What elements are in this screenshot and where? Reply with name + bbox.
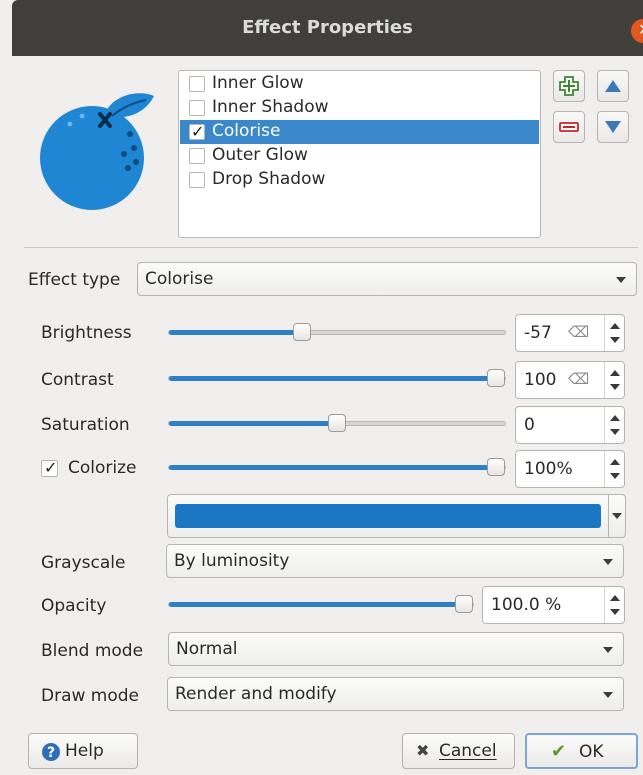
chevron-down-icon	[603, 692, 613, 698]
list-item-label: Outer Glow	[212, 145, 308, 165]
list-item-drop-shadow[interactable]: Drop Shadow	[180, 168, 539, 192]
ok-label: OK	[579, 742, 604, 762]
spin-buttons[interactable]	[604, 587, 624, 623]
saturation-slider[interactable]	[168, 414, 506, 432]
add-effect-button[interactable]	[553, 70, 585, 102]
list-item-label: Inner Glow	[212, 73, 304, 93]
cancel-label: Cancel	[439, 741, 497, 761]
draw-mode-label: Draw mode	[41, 686, 140, 706]
divider	[24, 247, 638, 248]
spin-buttons[interactable]	[604, 362, 624, 398]
saturation-value: 0	[524, 415, 535, 435]
orange-fruit-preview-icon	[40, 93, 154, 210]
chevron-down-icon	[603, 647, 613, 653]
slider-fill	[169, 376, 496, 381]
brightness-label: Brightness	[41, 323, 132, 343]
effect-preview	[36, 88, 158, 219]
close-icon[interactable]: ✕	[631, 19, 643, 43]
grayscale-select[interactable]: By luminosity	[166, 544, 624, 578]
inner-glow-checkbox[interactable]	[189, 76, 205, 92]
list-item-inner-shadow[interactable]: Inner Shadow	[180, 96, 539, 120]
opacity-value: 100.0 %	[491, 595, 562, 615]
colorize-spinbox[interactable]: 100%	[515, 450, 625, 488]
color-swatch	[175, 504, 601, 528]
slider-fill	[169, 330, 302, 335]
contrast-value: 100	[524, 370, 557, 390]
grayscale-label: Grayscale	[41, 553, 126, 573]
colorize-label: Colorize	[68, 458, 137, 478]
chevron-down-icon	[612, 513, 622, 519]
colorise-checkbox[interactable]: ✓	[189, 122, 205, 141]
opacity-label: Opacity	[41, 596, 107, 616]
opacity-spinbox[interactable]: 100.0 %	[482, 586, 625, 624]
contrast-slider[interactable]	[168, 369, 506, 387]
brightness-slider[interactable]	[168, 323, 506, 341]
colorize-value: 100%	[524, 459, 573, 479]
spin-buttons[interactable]	[604, 315, 624, 351]
opacity-slider[interactable]	[168, 595, 474, 613]
move-up-button[interactable]	[597, 70, 629, 102]
check-icon: ✔	[551, 741, 567, 762]
drop-shadow-checkbox[interactable]	[189, 172, 205, 188]
contrast-label: Contrast	[41, 370, 114, 390]
arrow-up-icon	[605, 80, 621, 92]
move-down-button[interactable]	[597, 111, 629, 143]
effect-type-select[interactable]: Colorise	[137, 262, 637, 296]
chevron-down-icon	[603, 559, 613, 565]
cancel-button[interactable]: ✖ Cancel	[402, 733, 515, 769]
list-item-colorise[interactable]: ✓ Colorise	[180, 120, 539, 144]
cancel-icon: ✖	[416, 741, 430, 760]
slider-handle[interactable]	[487, 458, 505, 476]
slider-handle[interactable]	[293, 323, 311, 341]
grayscale-value: By luminosity	[174, 551, 290, 571]
window-title: Effect Properties	[242, 17, 413, 38]
draw-mode-select[interactable]: Render and modify	[167, 677, 624, 711]
outer-glow-checkbox[interactable]	[189, 148, 205, 164]
list-item-outer-glow[interactable]: Outer Glow	[180, 144, 539, 168]
chevron-down-icon	[616, 277, 626, 283]
remove-effect-button[interactable]	[553, 111, 585, 143]
list-item-inner-glow[interactable]: Inner Glow	[180, 72, 539, 96]
slider-handle[interactable]	[455, 595, 473, 613]
brightness-spinbox[interactable]: -57 ⌫	[515, 314, 625, 352]
effect-type-label: Effect type	[28, 270, 121, 290]
colorize-checkbox[interactable]: ✓	[41, 458, 58, 477]
blend-mode-select[interactable]: Normal	[168, 632, 624, 666]
saturation-label: Saturation	[41, 415, 130, 435]
blend-mode-label: Blend mode	[41, 641, 144, 661]
arrow-down-icon	[605, 121, 621, 133]
help-button[interactable]: ? Help	[28, 733, 138, 769]
clear-icon[interactable]: ⌫	[568, 323, 589, 341]
color-menu-button[interactable]	[609, 494, 626, 538]
blend-mode-value: Normal	[176, 639, 238, 659]
draw-mode-value: Render and modify	[175, 684, 337, 704]
brightness-value: -57	[524, 323, 552, 343]
colorize-slider[interactable]	[168, 458, 506, 476]
list-item-label: Inner Shadow	[212, 97, 329, 117]
slider-handle[interactable]	[487, 369, 505, 387]
svg-text:?: ?	[47, 745, 55, 761]
contrast-spinbox[interactable]: 100 ⌫	[515, 361, 625, 399]
help-label: Help	[65, 741, 104, 761]
help-icon: ?	[42, 743, 60, 761]
list-item-label: Colorise	[212, 121, 281, 141]
ok-button[interactable]: ✔ OK	[525, 733, 638, 769]
slider-fill	[169, 465, 496, 470]
minus-icon	[559, 122, 579, 132]
title-bar: Effect Properties ✕	[12, 0, 643, 56]
spin-buttons[interactable]	[604, 451, 624, 487]
saturation-spinbox[interactable]: 0	[515, 406, 625, 444]
effects-list[interactable]: Inner Glow Inner Shadow ✓ Colorise Outer…	[178, 70, 541, 238]
slider-handle[interactable]	[328, 414, 346, 432]
list-item-label: Drop Shadow	[212, 169, 326, 189]
slider-fill	[169, 602, 464, 607]
clear-icon[interactable]: ⌫	[568, 370, 589, 388]
inner-shadow-checkbox[interactable]	[189, 100, 205, 116]
plus-icon	[559, 76, 579, 96]
slider-fill	[169, 421, 337, 426]
effect-type-value: Colorise	[145, 269, 214, 289]
color-picker-button[interactable]	[167, 494, 609, 538]
spin-buttons[interactable]	[604, 407, 624, 443]
